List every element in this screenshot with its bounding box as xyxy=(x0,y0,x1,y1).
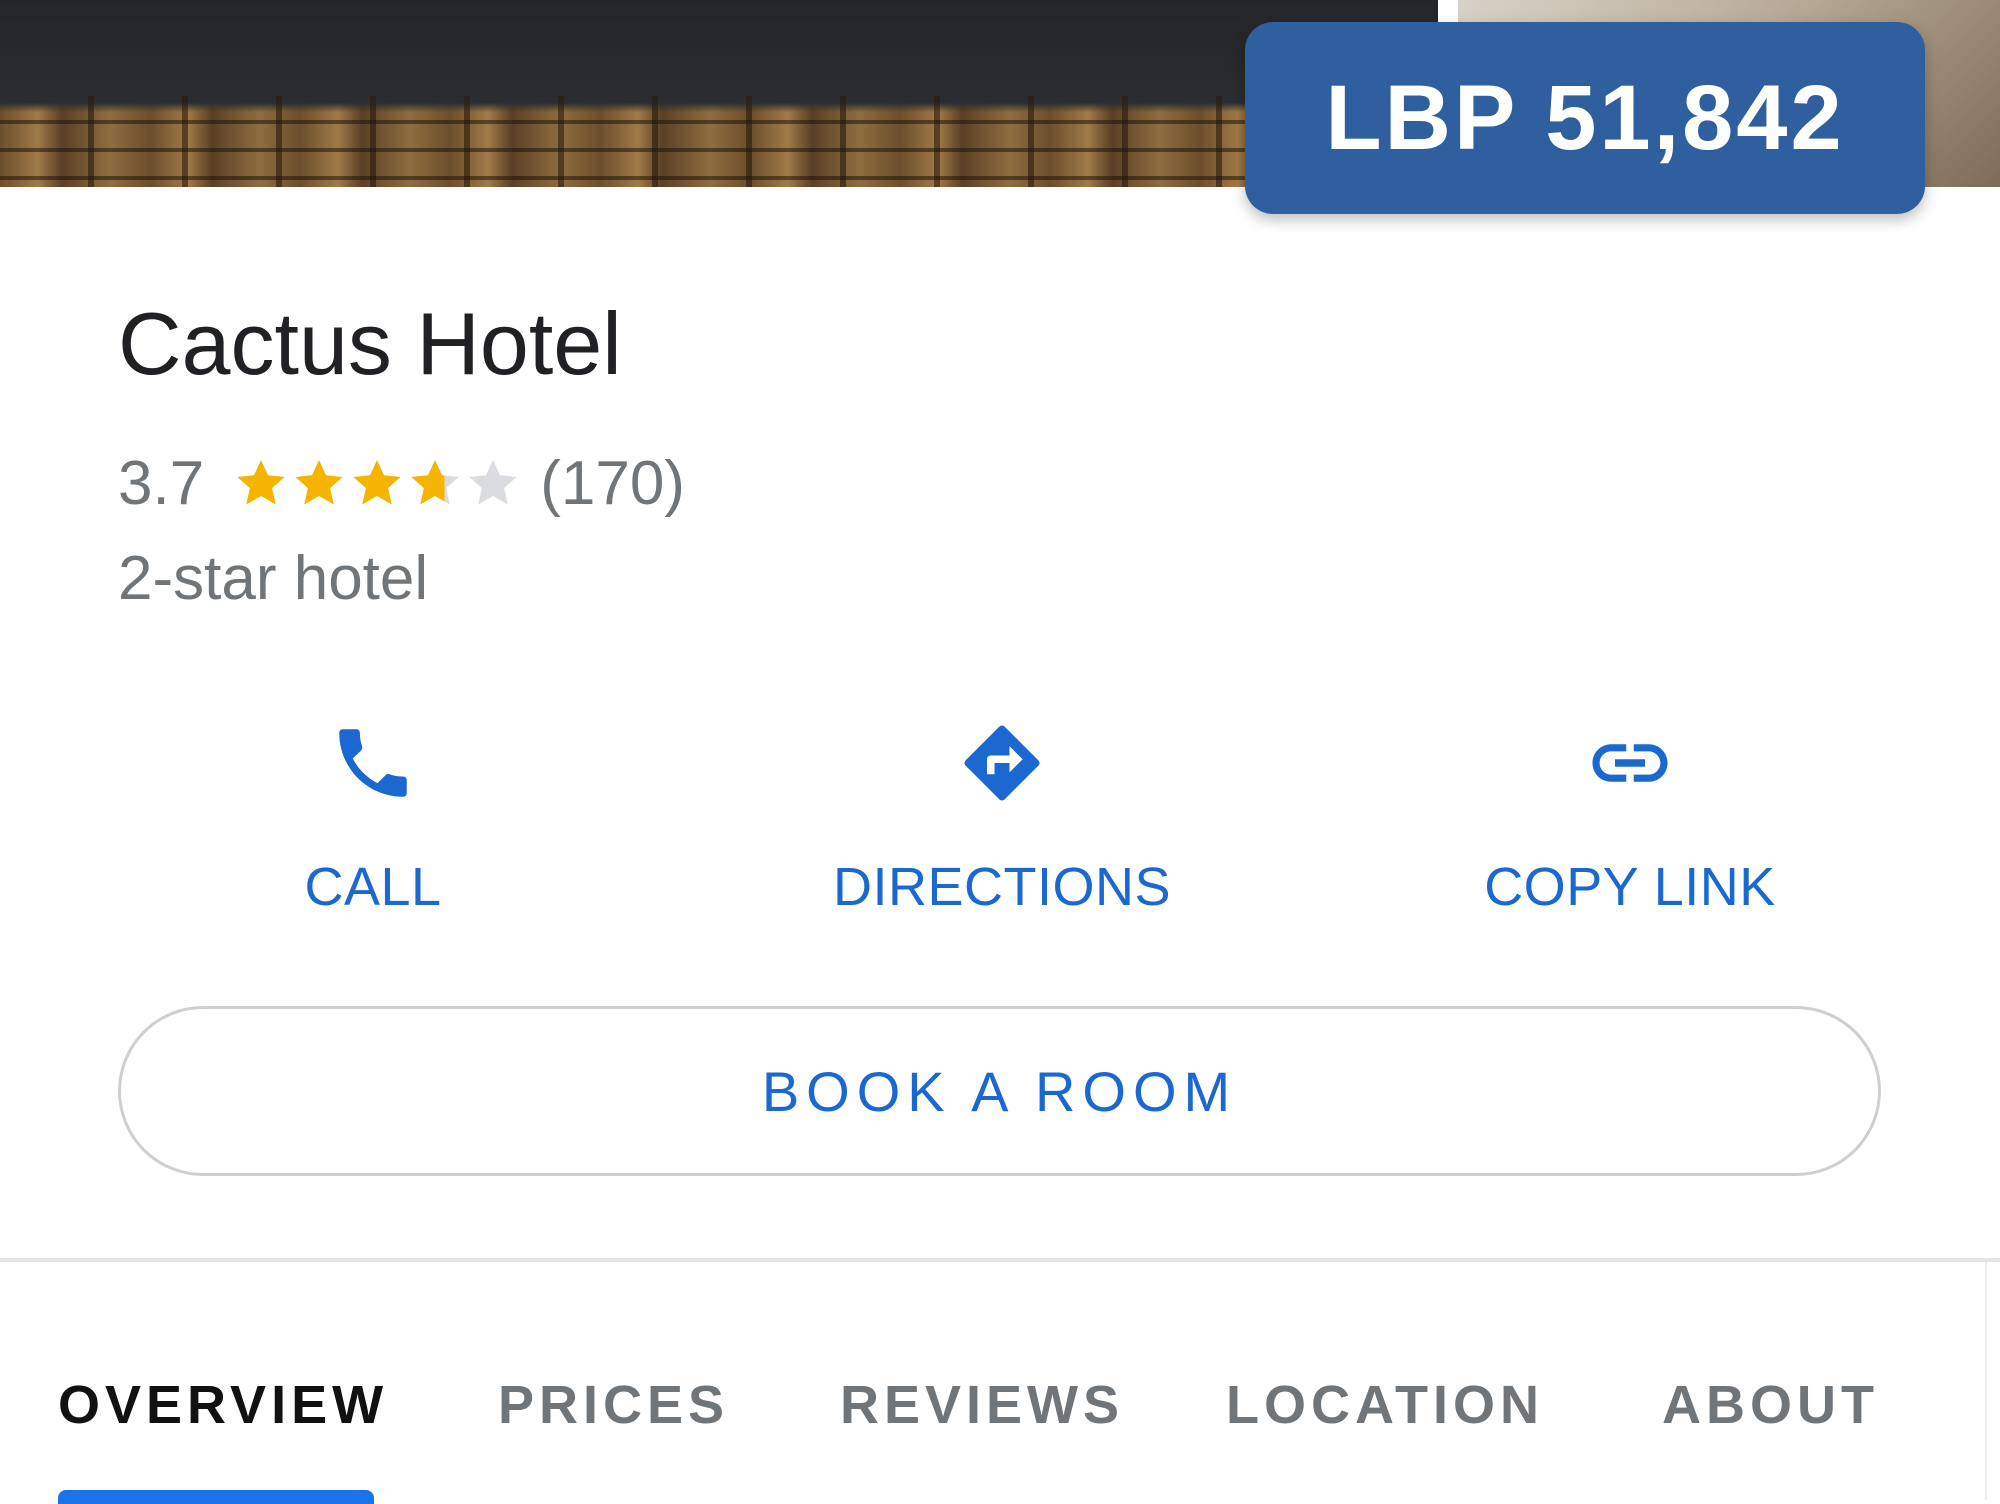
copy-link-label: COPY LINK xyxy=(1484,857,1776,917)
active-tab-indicator xyxy=(58,1490,374,1504)
rating-value: 3.7 xyxy=(118,448,205,518)
price-badge: LBP 51,842 xyxy=(1245,22,1925,214)
section-divider xyxy=(0,1258,2000,1262)
copy-link-button[interactable]: COPY LINK xyxy=(1420,718,1840,918)
review-count[interactable]: (170) xyxy=(540,448,685,519)
directions-button[interactable]: DIRECTIONS xyxy=(792,718,1212,918)
tab-about[interactable]: ABOUT xyxy=(1662,1378,1879,1432)
hotel-photo-main[interactable] xyxy=(0,0,1438,187)
tab-location[interactable]: LOCATION xyxy=(1226,1378,1544,1432)
panel-edge xyxy=(1985,1262,1987,1500)
directions-icon xyxy=(964,725,1040,801)
rating-row[interactable]: 3.7 (170) xyxy=(118,448,685,518)
star-icon xyxy=(295,460,343,505)
star-icon xyxy=(353,460,401,505)
call-button[interactable]: CALL xyxy=(163,718,583,918)
star-icon xyxy=(469,460,517,505)
star-icon xyxy=(411,460,459,505)
tab-reviews[interactable]: REVIEWS xyxy=(840,1378,1124,1432)
link-icon xyxy=(1592,744,1668,782)
tab-overview[interactable]: OVERVIEW xyxy=(58,1378,388,1432)
book-a-room-button[interactable]: BOOK A ROOM xyxy=(118,1006,1881,1176)
hotel-class: 2-star hotel xyxy=(118,544,429,613)
star-icon xyxy=(237,460,285,505)
directions-label: DIRECTIONS xyxy=(832,857,1172,917)
hotel-name: Cactus Hotel xyxy=(118,294,622,393)
call-label: CALL xyxy=(304,857,442,917)
tab-prices[interactable]: PRICES xyxy=(498,1378,729,1432)
phone-icon xyxy=(339,729,407,797)
star-rating xyxy=(232,454,522,512)
